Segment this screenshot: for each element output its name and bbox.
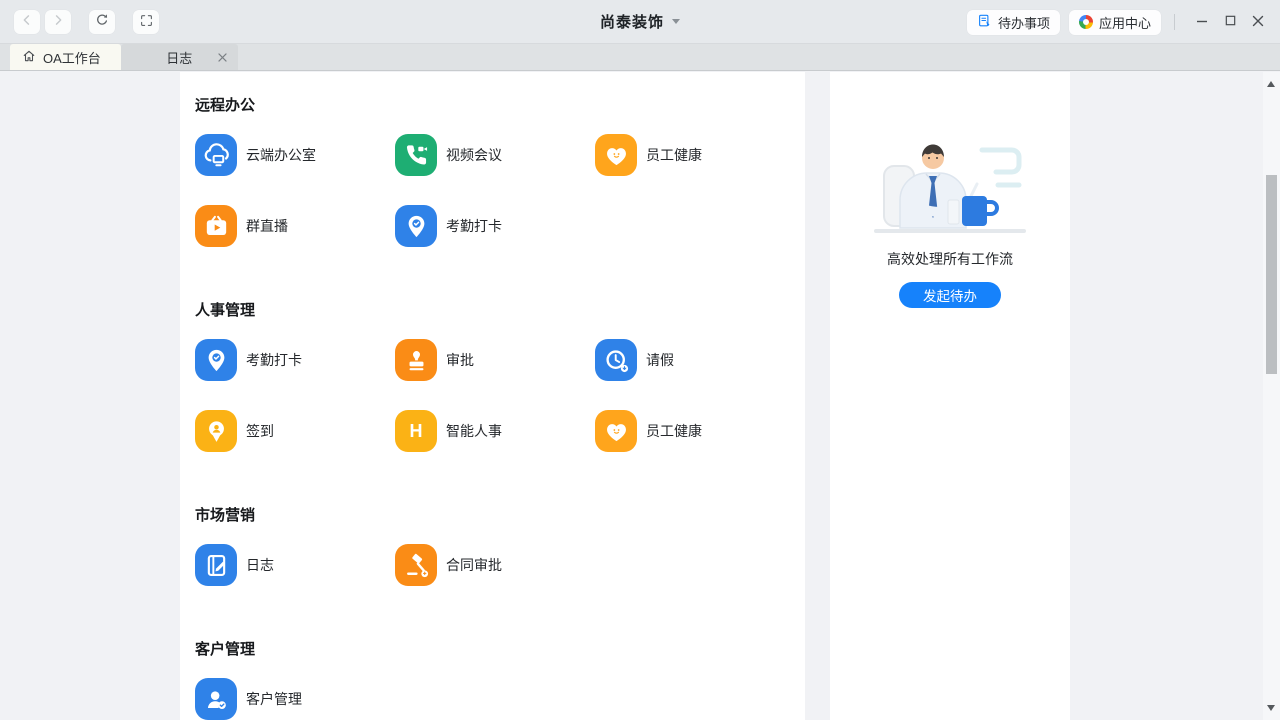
section-title-hr-management: 人事管理 [195,299,805,320]
app-center-label: 应用中心 [1099,13,1151,32]
app-item-signin[interactable]: 签到 [195,410,395,452]
approval-stamp-icon [395,339,437,381]
section-grid-remote-office: 云端办公室 视频会议 员工健康 群直播 [195,134,805,247]
app-item-smart-hr[interactable]: H 智能人事 [395,410,595,452]
app-item-cloud-office[interactable]: 云端办公室 [195,134,395,176]
attendance-pin-icon [195,339,237,381]
cloud-office-icon [195,134,237,176]
back-button[interactable] [14,10,40,34]
scrollbar-thumb[interactable] [1266,175,1277,374]
app-item-customer-management[interactable]: 客户管理 [195,678,395,720]
main-panel: 远程办公 云端办公室 视频会议 员工健康 [180,72,805,720]
scrollbar-down-arrow-icon[interactable] [1267,705,1275,711]
customer-management-icon [195,678,237,720]
app-item-attendance[interactable]: 考勤打卡 [195,339,395,381]
tab-label: 日志 [166,48,192,67]
attendance-pin-icon [395,205,437,247]
smart-hr-icon: H [395,410,437,452]
group-live-icon [195,205,237,247]
app-item-label: 日志 [246,555,274,575]
section-grid-hr-management: 考勤打卡 审批 请假 签到 [195,339,805,452]
app-item-leave[interactable]: 请假 [595,339,795,381]
minimize-button[interactable] [1188,9,1216,35]
create-todo-button[interactable]: 发起待办 [899,282,1001,308]
employee-health-icon [595,134,637,176]
app-item-label: 请假 [646,350,674,370]
tab-label: OA工作台 [43,48,101,67]
app-item-label: 视频会议 [446,145,502,165]
app-item-label: 考勤打卡 [246,350,302,370]
todo-list-icon [977,13,992,31]
refresh-button[interactable] [89,10,115,34]
org-switcher[interactable]: 尚泰装饰 [600,11,680,32]
home-icon [22,49,36,66]
window-controls-divider [1174,14,1175,30]
app-item-label: 考勤打卡 [446,216,502,236]
app-center-button[interactable]: 应用中心 [1069,10,1161,35]
app-item-label: 智能人事 [446,421,502,441]
app-item-group-live[interactable]: 群直播 [195,205,395,247]
signin-pin-icon [195,410,237,452]
todo-items-label: 待办事项 [998,13,1050,32]
video-meeting-icon [395,134,437,176]
maximize-icon [1224,14,1237,30]
section-title-customer-management: 客户管理 [195,638,805,659]
tab-close-icon[interactable] [215,49,231,65]
maximize-button[interactable] [1216,9,1244,35]
app-item-contract-approval[interactable]: 合同审批 [395,544,595,586]
app-item-label: 云端办公室 [246,145,316,165]
nav-button-group [14,10,159,34]
smart-hr-letter: H [410,421,423,442]
todo-items-button[interactable]: 待办事项 [967,10,1060,35]
section-title-remote-office: 远程办公 [195,94,805,115]
app-item-label: 员工健康 [646,421,702,441]
forward-button[interactable] [45,10,71,34]
app-item-attendance[interactable]: 考勤打卡 [395,205,595,247]
expand-button[interactable] [133,10,159,34]
close-button[interactable] [1244,9,1272,35]
app-item-label: 审批 [446,350,474,370]
app-item-label: 签到 [246,421,274,441]
section-grid-customer-management: 客户管理 [195,678,805,720]
scrollbar-up-arrow-icon[interactable] [1267,81,1275,87]
app-center-pinwheel-icon [1079,15,1093,29]
minimize-icon [1195,14,1209,31]
tab-oa-workbench[interactable]: OA工作台 [10,44,121,70]
expand-corners-icon [139,13,154,31]
tab-journal[interactable]: 日志 [121,44,238,70]
app-item-label: 员工健康 [646,145,702,165]
todo-panel: 高效处理所有工作流 发起待办 [830,72,1070,720]
tab-strip: OA工作台 日志 [0,44,1280,71]
employee-health-icon [595,410,637,452]
leave-clock-icon [595,339,637,381]
section-grid-marketing: 日志 合同审批 [195,544,805,586]
journal-icon [195,544,237,586]
chevron-right-icon [50,12,66,31]
app-item-employee-health[interactable]: 员工健康 [595,410,795,452]
contract-gavel-icon [395,544,437,586]
app-item-video-meeting[interactable]: 视频会议 [395,134,595,176]
content-area: 远程办公 云端办公室 视频会议 员工健康 [0,72,1280,720]
close-icon [1251,14,1265,31]
app-item-label: 群直播 [246,216,288,236]
app-item-label: 客户管理 [246,689,302,709]
app-item-journal[interactable]: 日志 [195,544,395,586]
app-item-approval[interactable]: 审批 [395,339,595,381]
titlebar: 尚泰装饰 待办事项 应用中心 [0,0,1280,44]
todo-caption: 高效处理所有工作流 [830,249,1070,269]
chevron-down-icon [672,19,680,24]
titlebar-right-group: 待办事项 应用中心 [967,0,1272,44]
refresh-icon [94,12,110,31]
section-title-marketing: 市场营销 [195,504,805,525]
scrollbar[interactable] [1263,72,1280,720]
org-title: 尚泰装饰 [600,11,664,32]
app-item-employee-health[interactable]: 员工健康 [595,134,795,176]
chevron-left-icon [19,12,35,31]
workflow-illustration [830,138,1070,245]
app-item-label: 合同审批 [446,555,502,575]
